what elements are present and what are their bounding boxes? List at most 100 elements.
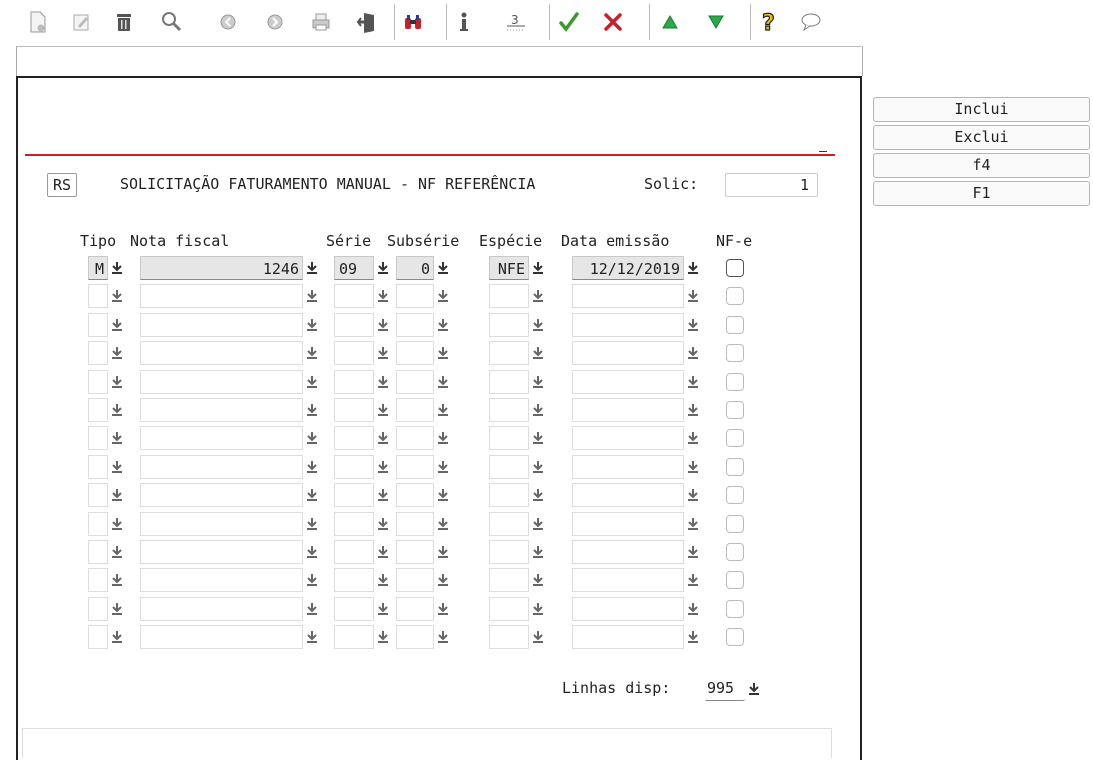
subserie-arrow-icon[interactable] (436, 403, 450, 417)
comment-bubble-icon[interactable] (795, 6, 827, 38)
serie-field[interactable] (334, 625, 374, 650)
serie-field[interactable] (334, 511, 374, 536)
data-emissao-arrow-icon[interactable] (686, 573, 700, 587)
data-emissao-field[interactable] (572, 483, 684, 508)
tipo-arrow-icon[interactable] (110, 517, 124, 531)
nota-fiscal-arrow-icon[interactable] (305, 460, 319, 474)
nota-fiscal-field[interactable] (140, 426, 303, 451)
especie-field[interactable]: NFE (489, 256, 529, 280)
nota-fiscal-field[interactable] (140, 483, 303, 508)
tipo-arrow-icon[interactable] (110, 630, 124, 644)
data-emissao-arrow-icon[interactable] (686, 488, 700, 502)
subserie-arrow-icon[interactable] (436, 460, 450, 474)
subserie-arrow-icon[interactable] (436, 261, 450, 275)
tipo-arrow-icon[interactable] (110, 375, 124, 389)
serie-arrow-icon[interactable] (376, 545, 390, 559)
data-emissao-arrow-icon[interactable] (686, 630, 700, 644)
especie-arrow-icon[interactable] (531, 261, 545, 275)
nota-fiscal-arrow-icon[interactable] (305, 431, 319, 445)
subserie-arrow-icon[interactable] (436, 289, 450, 303)
data-emissao-field[interactable] (572, 369, 684, 394)
data-emissao-field[interactable] (572, 312, 684, 337)
serie-field[interactable] (334, 568, 374, 593)
especie-field[interactable] (489, 454, 529, 479)
serie-arrow-icon[interactable] (376, 460, 390, 474)
nota-fiscal-field[interactable] (140, 284, 303, 309)
serie-field[interactable] (334, 540, 374, 564)
nota-fiscal-field[interactable] (140, 511, 303, 536)
tipo-arrow-icon[interactable] (110, 403, 124, 417)
new-document-icon[interactable] (22, 6, 54, 38)
data-emissao-field[interactable] (572, 341, 684, 366)
serie-arrow-icon[interactable] (376, 573, 390, 587)
tipo-field[interactable] (88, 369, 108, 394)
solic-field[interactable]: 1 (725, 173, 818, 197)
tipo-field[interactable] (88, 454, 108, 479)
serie-field[interactable] (334, 483, 374, 508)
subserie-arrow-icon[interactable] (436, 545, 450, 559)
subserie-arrow-icon[interactable] (436, 517, 450, 531)
tipo-field[interactable] (88, 540, 108, 564)
serie-arrow-icon[interactable] (376, 602, 390, 616)
serie-arrow-icon[interactable] (376, 346, 390, 360)
tipo-arrow-icon[interactable] (110, 289, 124, 303)
tipo-field[interactable] (88, 483, 108, 508)
help-question-icon[interactable]: ? (754, 6, 786, 38)
serie-field[interactable]: 09 (334, 256, 374, 280)
nfe-checkbox[interactable] (726, 571, 744, 590)
nota-fiscal-arrow-icon[interactable] (305, 375, 319, 389)
especie-field[interactable] (489, 398, 529, 422)
especie-arrow-icon[interactable] (531, 431, 545, 445)
especie-field[interactable] (489, 540, 529, 564)
serie-arrow-icon[interactable] (376, 375, 390, 389)
data-emissao-field[interactable] (572, 284, 684, 309)
nota-fiscal-arrow-icon[interactable] (305, 517, 319, 531)
cancel-x-icon[interactable] (597, 6, 629, 38)
tipo-field[interactable] (88, 625, 108, 650)
next-icon[interactable] (259, 6, 291, 38)
subserie-arrow-icon[interactable] (436, 573, 450, 587)
data-emissao-arrow-icon[interactable] (686, 602, 700, 616)
especie-field[interactable] (489, 312, 529, 337)
nota-fiscal-field[interactable] (140, 596, 303, 621)
nota-fiscal-field[interactable] (140, 369, 303, 394)
tipo-arrow-icon[interactable] (110, 602, 124, 616)
especie-arrow-icon[interactable] (531, 318, 545, 332)
nota-fiscal-field[interactable]: 1246 (140, 256, 303, 280)
data-emissao-field[interactable]: 12/12/2019 (572, 256, 684, 280)
data-emissao-arrow-icon[interactable] (686, 261, 700, 275)
data-emissao-field[interactable] (572, 511, 684, 536)
tipo-arrow-icon[interactable] (110, 261, 124, 275)
print-icon[interactable] (305, 6, 337, 38)
subserie-field[interactable] (396, 284, 434, 309)
serie-arrow-icon[interactable] (376, 517, 390, 531)
serie-arrow-icon[interactable] (376, 261, 390, 275)
especie-arrow-icon[interactable] (531, 517, 545, 531)
subserie-field[interactable] (396, 426, 434, 451)
nota-fiscal-arrow-icon[interactable] (305, 346, 319, 360)
especie-field[interactable] (489, 341, 529, 366)
nota-fiscal-field[interactable] (140, 398, 303, 422)
linhas-disp-field[interactable]: 995 (705, 677, 745, 701)
data-emissao-arrow-icon[interactable] (686, 375, 700, 389)
data-emissao-field[interactable] (572, 454, 684, 479)
especie-arrow-icon[interactable] (531, 545, 545, 559)
nota-fiscal-field[interactable] (140, 540, 303, 564)
nota-fiscal-arrow-icon[interactable] (305, 318, 319, 332)
data-emissao-arrow-icon[interactable] (686, 517, 700, 531)
serie-field[interactable] (334, 312, 374, 337)
subserie-field[interactable]: 0 (396, 256, 434, 280)
up-triangle-icon[interactable] (654, 6, 686, 38)
exit-door-icon[interactable] (351, 6, 383, 38)
especie-field[interactable] (489, 284, 529, 309)
data-emissao-arrow-icon[interactable] (686, 289, 700, 303)
serie-arrow-icon[interactable] (376, 630, 390, 644)
nota-fiscal-arrow-icon[interactable] (305, 488, 319, 502)
nota-fiscal-field[interactable] (140, 625, 303, 650)
especie-arrow-icon[interactable] (531, 375, 545, 389)
data-emissao-arrow-icon[interactable] (686, 318, 700, 332)
serie-field[interactable] (334, 426, 374, 451)
binoculars-icon[interactable] (397, 6, 429, 38)
subserie-field[interactable] (396, 483, 434, 508)
data-emissao-arrow-icon[interactable] (686, 545, 700, 559)
